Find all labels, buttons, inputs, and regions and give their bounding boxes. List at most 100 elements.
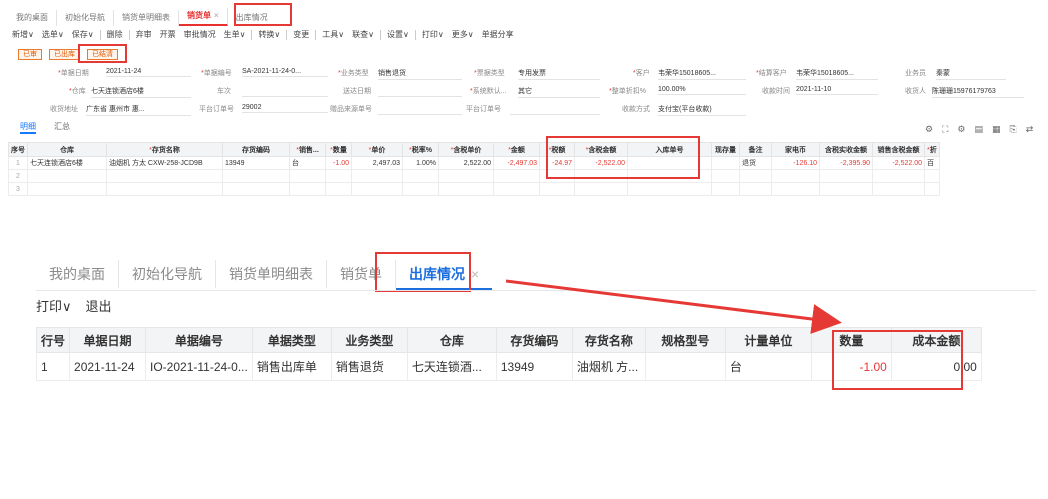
select-button[interactable]: 选单∨ — [38, 28, 68, 42]
receive-time-field[interactable]: 2021-11-10 — [796, 86, 878, 95]
table-cell[interactable]: 七天连锁酒... — [406, 352, 497, 381]
table-cell[interactable] — [924, 169, 940, 183]
table-cell[interactable] — [739, 169, 772, 183]
tab-outbound-status[interactable]: 出库情况 × — [396, 260, 493, 290]
source-order-field[interactable] — [378, 104, 462, 115]
table-cell[interactable] — [351, 182, 403, 196]
table-cell[interactable] — [402, 182, 439, 196]
convert-button[interactable]: 转换∨ — [254, 28, 284, 42]
table-cell[interactable] — [493, 169, 540, 183]
column-header[interactable]: 规格型号 — [644, 327, 726, 353]
table-cell[interactable] — [325, 169, 352, 183]
table-row[interactable]: 3 — [8, 182, 940, 196]
table-cell[interactable]: -2,522.00 — [872, 156, 925, 170]
table-cell[interactable] — [574, 169, 628, 183]
table-cell[interactable] — [438, 182, 494, 196]
table-cell[interactable] — [539, 182, 575, 196]
table-cell[interactable] — [574, 182, 628, 196]
column-header[interactable]: 成本金额 — [890, 327, 982, 353]
table-cell[interactable]: 2021-11-24 — [69, 352, 147, 381]
table-cell[interactable]: -2,497.03 — [493, 156, 540, 170]
tab-my-desktop[interactable]: 我的桌面 — [8, 10, 57, 26]
tab-sales-detail-report[interactable]: 销货单明细表 — [114, 10, 179, 26]
column-header[interactable]: *存货名称 — [106, 142, 223, 157]
column-header[interactable]: *销售... — [289, 142, 326, 157]
config-icon[interactable]: ⚙ — [957, 124, 965, 135]
column-header[interactable]: 仓库 — [27, 142, 107, 157]
table-cell[interactable] — [627, 182, 712, 196]
column-header[interactable]: *数量 — [325, 142, 352, 157]
table-cell[interactable] — [402, 169, 439, 183]
table-cell[interactable] — [771, 169, 820, 183]
table-cell[interactable] — [627, 156, 712, 170]
table-cell[interactable]: -126.10 — [771, 156, 820, 170]
platform-order-field[interactable]: 29002 — [242, 104, 328, 113]
table-cell[interactable]: IO-2021-11-24-0... — [145, 352, 253, 381]
column-header[interactable]: 存货编码 — [495, 327, 573, 353]
default-field[interactable]: 其它 — [518, 86, 600, 98]
table-cell[interactable]: 1 — [35, 352, 71, 381]
invoice-type-field[interactable]: 专用发票 — [518, 68, 600, 80]
table-cell[interactable] — [106, 169, 223, 183]
column-header[interactable]: *折 — [924, 142, 940, 157]
table-cell[interactable]: -2,522.00 — [574, 156, 628, 170]
table-cell[interactable]: -1.00 — [810, 352, 892, 381]
table-cell[interactable] — [627, 169, 712, 183]
delete-button[interactable]: 删除 — [103, 28, 127, 42]
column-header[interactable]: 行号 — [35, 327, 71, 353]
table-cell[interactable] — [771, 182, 820, 196]
settle-customer-field[interactable]: 韦荣华15018605... — [796, 68, 878, 80]
grid-icon[interactable]: ▦ — [992, 124, 1001, 135]
more-button[interactable]: 更多∨ — [448, 28, 478, 42]
column-header[interactable]: 数量 — [810, 327, 892, 353]
tab-init-nav[interactable]: 初始化导航 — [57, 10, 114, 26]
unapprove-button[interactable]: 弃审 — [132, 28, 156, 42]
table-row[interactable]: 1 2021-11-24 IO-2021-11-24-0... 销售出库单 销售退货 七天… — [35, 352, 982, 381]
column-header[interactable]: 现存量 — [711, 142, 740, 157]
column-header[interactable]: *税额 — [539, 142, 575, 157]
add-button[interactable]: 新增∨ — [8, 28, 38, 42]
table-cell[interactable]: 台 — [724, 352, 812, 381]
swap-icon[interactable]: ⇄ — [1026, 124, 1034, 135]
table-cell[interactable]: 0.00 — [890, 352, 982, 381]
tab-sales-order[interactable]: 销货单 × — [179, 8, 228, 26]
settings-button[interactable]: 设置∨ — [383, 28, 413, 42]
lookup-button[interactable]: 联查∨ — [348, 28, 378, 42]
column-header[interactable]: 序号 — [8, 142, 28, 157]
close-icon[interactable]: × — [214, 11, 219, 20]
biz-type-field[interactable]: 销售退货 — [378, 68, 462, 80]
table-cell[interactable]: 13949 — [222, 156, 290, 170]
column-header[interactable]: *含税单价 — [438, 142, 494, 157]
table-cell[interactable]: 七天连锁酒店6楼 — [27, 156, 107, 170]
tab-outbound-status[interactable]: 出库情况 — [228, 10, 276, 26]
tab-sales-detail-report[interactable]: 销货单明细表 — [216, 260, 327, 288]
change-button[interactable]: 变更 — [289, 28, 313, 42]
customer-field[interactable]: 韦荣华15018605... — [658, 68, 746, 80]
tab-my-desktop[interactable]: 我的桌面 — [36, 260, 119, 288]
tab-detail[interactable]: 明细 — [20, 121, 36, 134]
print-button[interactable]: 打印∨ — [36, 297, 72, 317]
close-icon[interactable]: × — [471, 266, 479, 282]
table-cell[interactable] — [289, 169, 326, 183]
tab-init-nav[interactable]: 初始化导航 — [119, 260, 216, 288]
table-cell[interactable] — [106, 182, 223, 196]
table-cell[interactable] — [222, 169, 290, 183]
column-header[interactable]: 单据日期 — [69, 327, 147, 353]
column-header[interactable]: 仓库 — [406, 327, 497, 353]
tab-summary[interactable]: 汇总 — [54, 121, 70, 134]
exit-button[interactable]: 退出 — [86, 297, 112, 317]
column-header[interactable]: 单据编号 — [145, 327, 253, 353]
table-cell[interactable] — [872, 182, 925, 196]
table-cell[interactable] — [289, 182, 326, 196]
table-cell[interactable] — [27, 182, 107, 196]
table-cell[interactable]: -1.00 — [325, 156, 352, 170]
table-cell[interactable] — [644, 352, 726, 381]
column-header[interactable]: 销售含税金额 — [872, 142, 925, 157]
table-cell[interactable] — [27, 169, 107, 183]
table-cell[interactable]: 台 — [289, 156, 326, 170]
table-cell[interactable]: 1 — [8, 156, 28, 170]
receiver-field[interactable]: 陈珊珊15976179763 — [932, 86, 1024, 98]
table-cell[interactable] — [222, 182, 290, 196]
column-header[interactable]: 存货名称 — [571, 327, 646, 353]
column-header[interactable]: 家电币 — [771, 142, 820, 157]
